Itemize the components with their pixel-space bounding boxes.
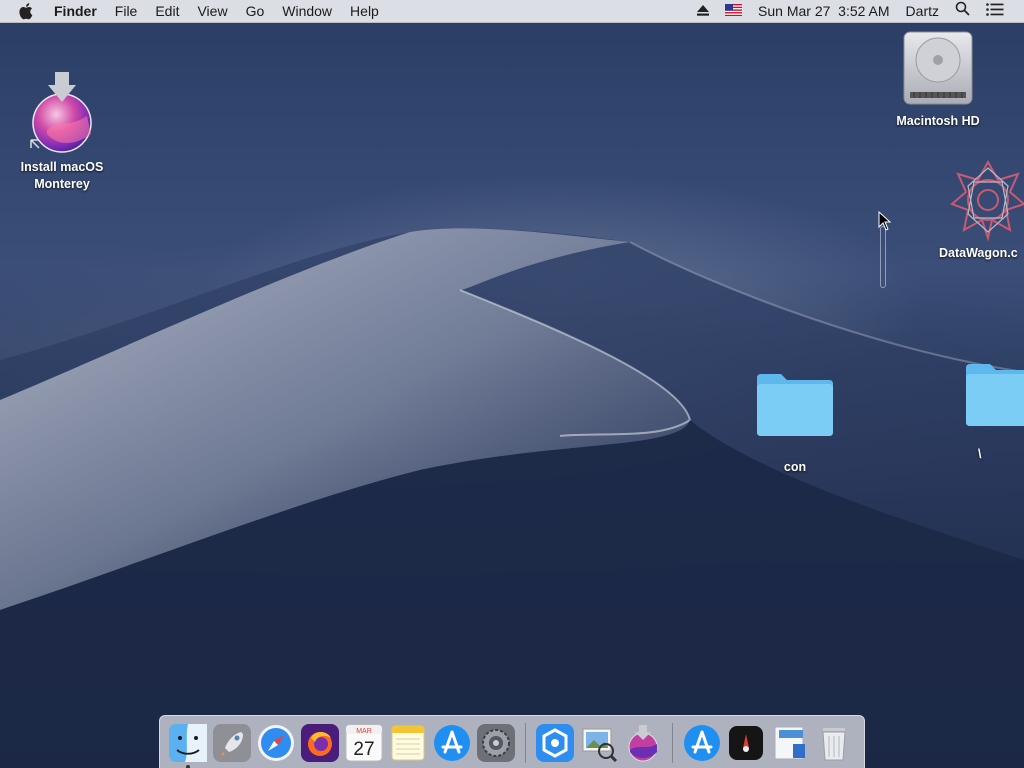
desktop-background [0,0,1024,768]
dock-notes[interactable] [388,723,428,763]
desktop-item-datawagon[interactable]: DataWagon.c [932,158,1024,262]
dock-separator [672,723,673,763]
wallpaper-dunes [0,228,1024,768]
installer-icon [628,725,658,762]
finder-icon [169,724,207,762]
dock-finder[interactable] [168,723,208,768]
eject-icon[interactable] [689,0,717,22]
dock-proxyman[interactable] [535,723,575,763]
instruments-gauge-icon [729,726,763,760]
dock-documents[interactable] [770,723,810,763]
desktop-item-macintosh-hd[interactable]: Macintosh HD [885,30,991,130]
calendar-day: 27 [353,739,374,760]
proxyman-shield-icon [536,724,574,762]
menu-finder[interactable]: Finder [54,0,106,22]
firefox-icon [301,724,339,762]
macintosh-hd-label: Macintosh HD [896,114,980,128]
dock-app-store[interactable] [432,723,472,763]
menu-edit[interactable]: Edit [146,0,188,22]
folder-icon [966,364,1024,426]
dock-install-macos[interactable] [623,723,663,763]
dock: MAR 27 [159,715,865,768]
installer-icon [30,72,92,153]
dock-safari[interactable] [256,723,296,763]
apple-menu-icon[interactable] [18,1,38,21]
dock-system-preferences[interactable] [476,723,516,763]
desktop-item-install-macos[interactable]: Install macOS Monterey [10,72,114,193]
dock-firefox[interactable] [300,723,340,763]
documents-stack-icon [774,726,805,760]
launchpad-rocket-icon [213,724,251,762]
selection-indicator [880,226,886,288]
dock-separator [525,723,526,763]
spotlight-search-icon[interactable] [947,0,978,22]
folder-con-label: con [783,460,807,474]
app-store-icon [684,725,720,761]
user-name[interactable]: Dartz [898,0,947,22]
mouse-cursor-icon [878,211,892,231]
preview-photos-icon [582,728,618,762]
datawagon-icon [950,159,1024,242]
menu-window[interactable]: Window [273,0,341,22]
dock-app-store-downloads[interactable] [682,723,722,763]
folder-icon [757,374,833,436]
calendar-month: MAR [356,728,372,735]
menu-go[interactable]: Go [237,0,274,22]
folder-backslash-label: \ [978,447,982,461]
hard-drive-icon [903,31,973,105]
installer-label-line2: Monterey [34,177,90,191]
menu-help[interactable]: Help [341,0,388,22]
desktop-folder-con[interactable]: con [745,372,845,476]
dock-calendar[interactable]: MAR 27 [344,723,384,763]
menu-bar: Finder File Edit View Go Window Help Sun… [0,0,1024,23]
dock-trash[interactable] [814,723,854,763]
menu-file[interactable]: File [106,0,147,22]
trash-icon [822,728,846,761]
installer-label-line1: Install macOS [20,160,104,174]
notification-center-icon[interactable] [978,0,1012,22]
dock-launchpad[interactable] [212,723,252,763]
menu-view[interactable]: View [188,0,236,22]
safari-compass-icon [258,725,294,761]
notes-icon [391,725,425,761]
calendar-icon: MAR 27 [345,724,383,762]
app-store-icon [434,725,470,761]
us-flag-input-icon[interactable] [717,0,750,22]
datawagon-label: DataWagon.c [939,246,1018,260]
dock-preview[interactable] [579,723,619,763]
system-preferences-gear-icon [477,724,515,762]
desktop-folder-backslash[interactable]: \ [960,362,1024,463]
dock-instruments[interactable] [726,723,766,763]
clock-datetime[interactable]: Sun Mar 27 3:52 AM [750,0,898,22]
